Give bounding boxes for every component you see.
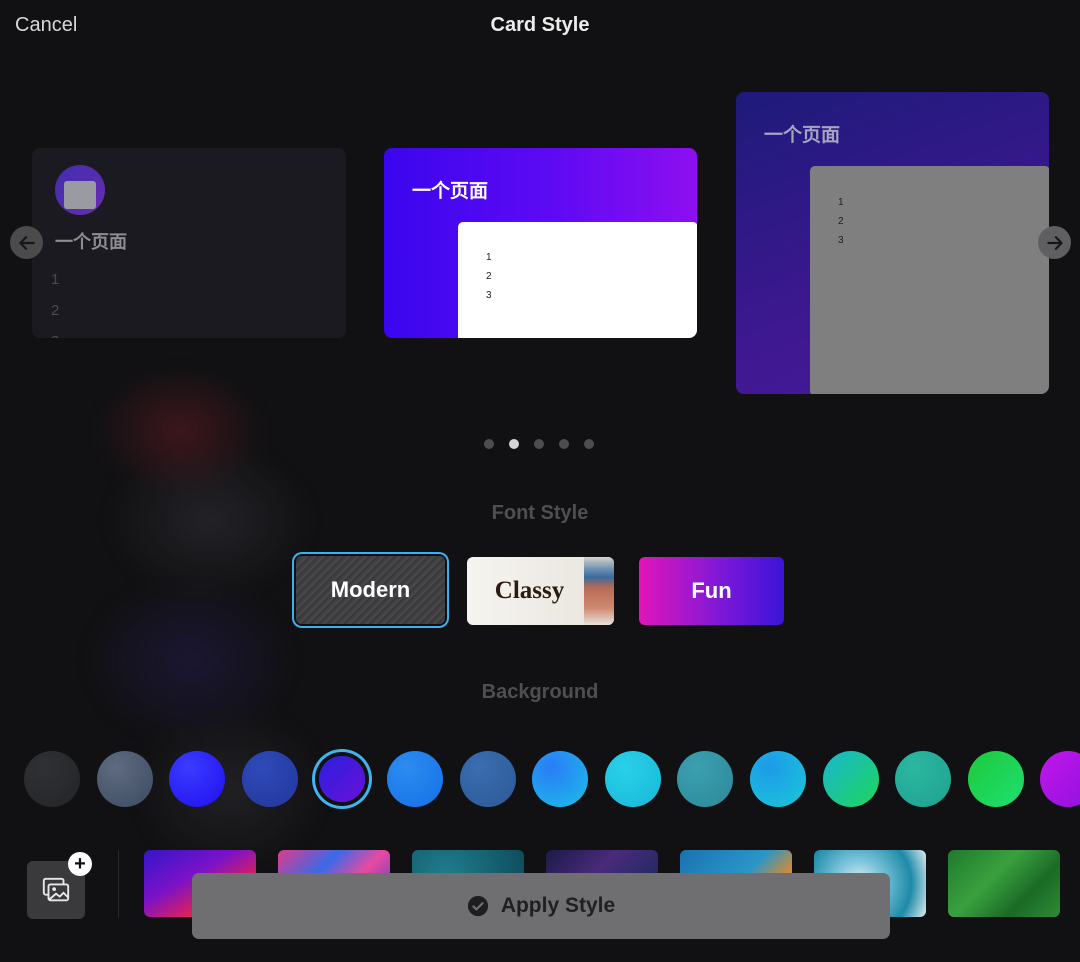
color-swatch[interactable] [24, 751, 80, 807]
page-title: Card Style [490, 14, 590, 36]
color-swatch[interactable] [319, 756, 365, 802]
card-line: 3 [838, 235, 844, 246]
card-line: 2 [486, 271, 492, 282]
card-title: 一个页面 [55, 232, 127, 253]
card-sheet: 1 2 3 [810, 166, 1049, 394]
plus-icon[interactable]: + [68, 852, 92, 876]
card-lines: 1 2 3 [838, 193, 844, 250]
page-indicator [484, 439, 594, 449]
color-swatch[interactable] [460, 751, 516, 807]
card-line: 3 [486, 290, 492, 301]
apply-style-label: Apply Style [500, 894, 616, 917]
checkmark-circle-icon [467, 895, 488, 917]
photo-library-icon [42, 877, 70, 902]
page-dot[interactable] [559, 439, 569, 449]
font-option-classy[interactable]: Classy [467, 557, 614, 625]
font-option-label: Modern [330, 577, 411, 602]
apply-style-button[interactable]: Apply Style [192, 873, 890, 939]
page-dot[interactable] [534, 439, 544, 449]
color-swatch[interactable] [387, 751, 443, 807]
page-dot[interactable] [509, 439, 519, 449]
previous-button[interactable] [10, 226, 43, 259]
color-swatch[interactable] [532, 751, 588, 807]
card-line: 2 [51, 302, 60, 319]
card-line: 1 [51, 271, 60, 288]
color-swatch[interactable] [750, 751, 806, 807]
card-line: 1 [838, 197, 844, 208]
color-swatch[interactable] [605, 751, 661, 807]
card-lines: 1 2 3 [51, 264, 59, 338]
card-line: 1 [486, 252, 492, 263]
card-line: 2 [838, 216, 844, 227]
card-title: 一个页面 [764, 124, 841, 146]
font-option-label: Fun [691, 578, 732, 603]
color-swatch[interactable] [968, 751, 1024, 807]
background-heading: Background [481, 681, 599, 703]
card-preview-left[interactable]: 一个页面 1 2 3 [32, 148, 346, 338]
arrow-left-icon [18, 235, 35, 250]
color-swatch[interactable] [895, 751, 951, 807]
card-sheet: 1 2 3 [458, 222, 697, 338]
font-option-label: Classy [494, 577, 565, 604]
card-lines: 1 2 3 [486, 248, 492, 305]
font-style-heading: Font Style [491, 502, 589, 524]
color-swatch[interactable] [677, 751, 733, 807]
card-preview-center[interactable]: 一个页面 1 2 3 [384, 148, 697, 338]
color-swatch[interactable] [1040, 751, 1080, 807]
arrow-right-icon [1046, 235, 1063, 250]
page-dot[interactable] [484, 439, 494, 449]
next-button[interactable] [1038, 226, 1071, 259]
color-swatch[interactable] [97, 751, 153, 807]
color-swatch[interactable] [242, 751, 298, 807]
card-line: 3 [51, 326, 59, 338]
card-title: 一个页面 [412, 180, 489, 202]
background-image-thumbnail[interactable] [948, 850, 1060, 917]
font-option-modern[interactable]: Modern [296, 556, 445, 624]
color-swatch[interactable] [823, 751, 879, 807]
avatar [55, 165, 105, 215]
page-dot[interactable] [584, 439, 594, 449]
card-preview-right[interactable]: 一个页面 1 2 3 [736, 92, 1049, 394]
font-option-fun[interactable]: Fun [639, 557, 784, 625]
color-swatch[interactable] [169, 751, 225, 807]
background-glow [40, 330, 370, 930]
classy-figure-image [584, 557, 614, 625]
divider [118, 850, 119, 918]
